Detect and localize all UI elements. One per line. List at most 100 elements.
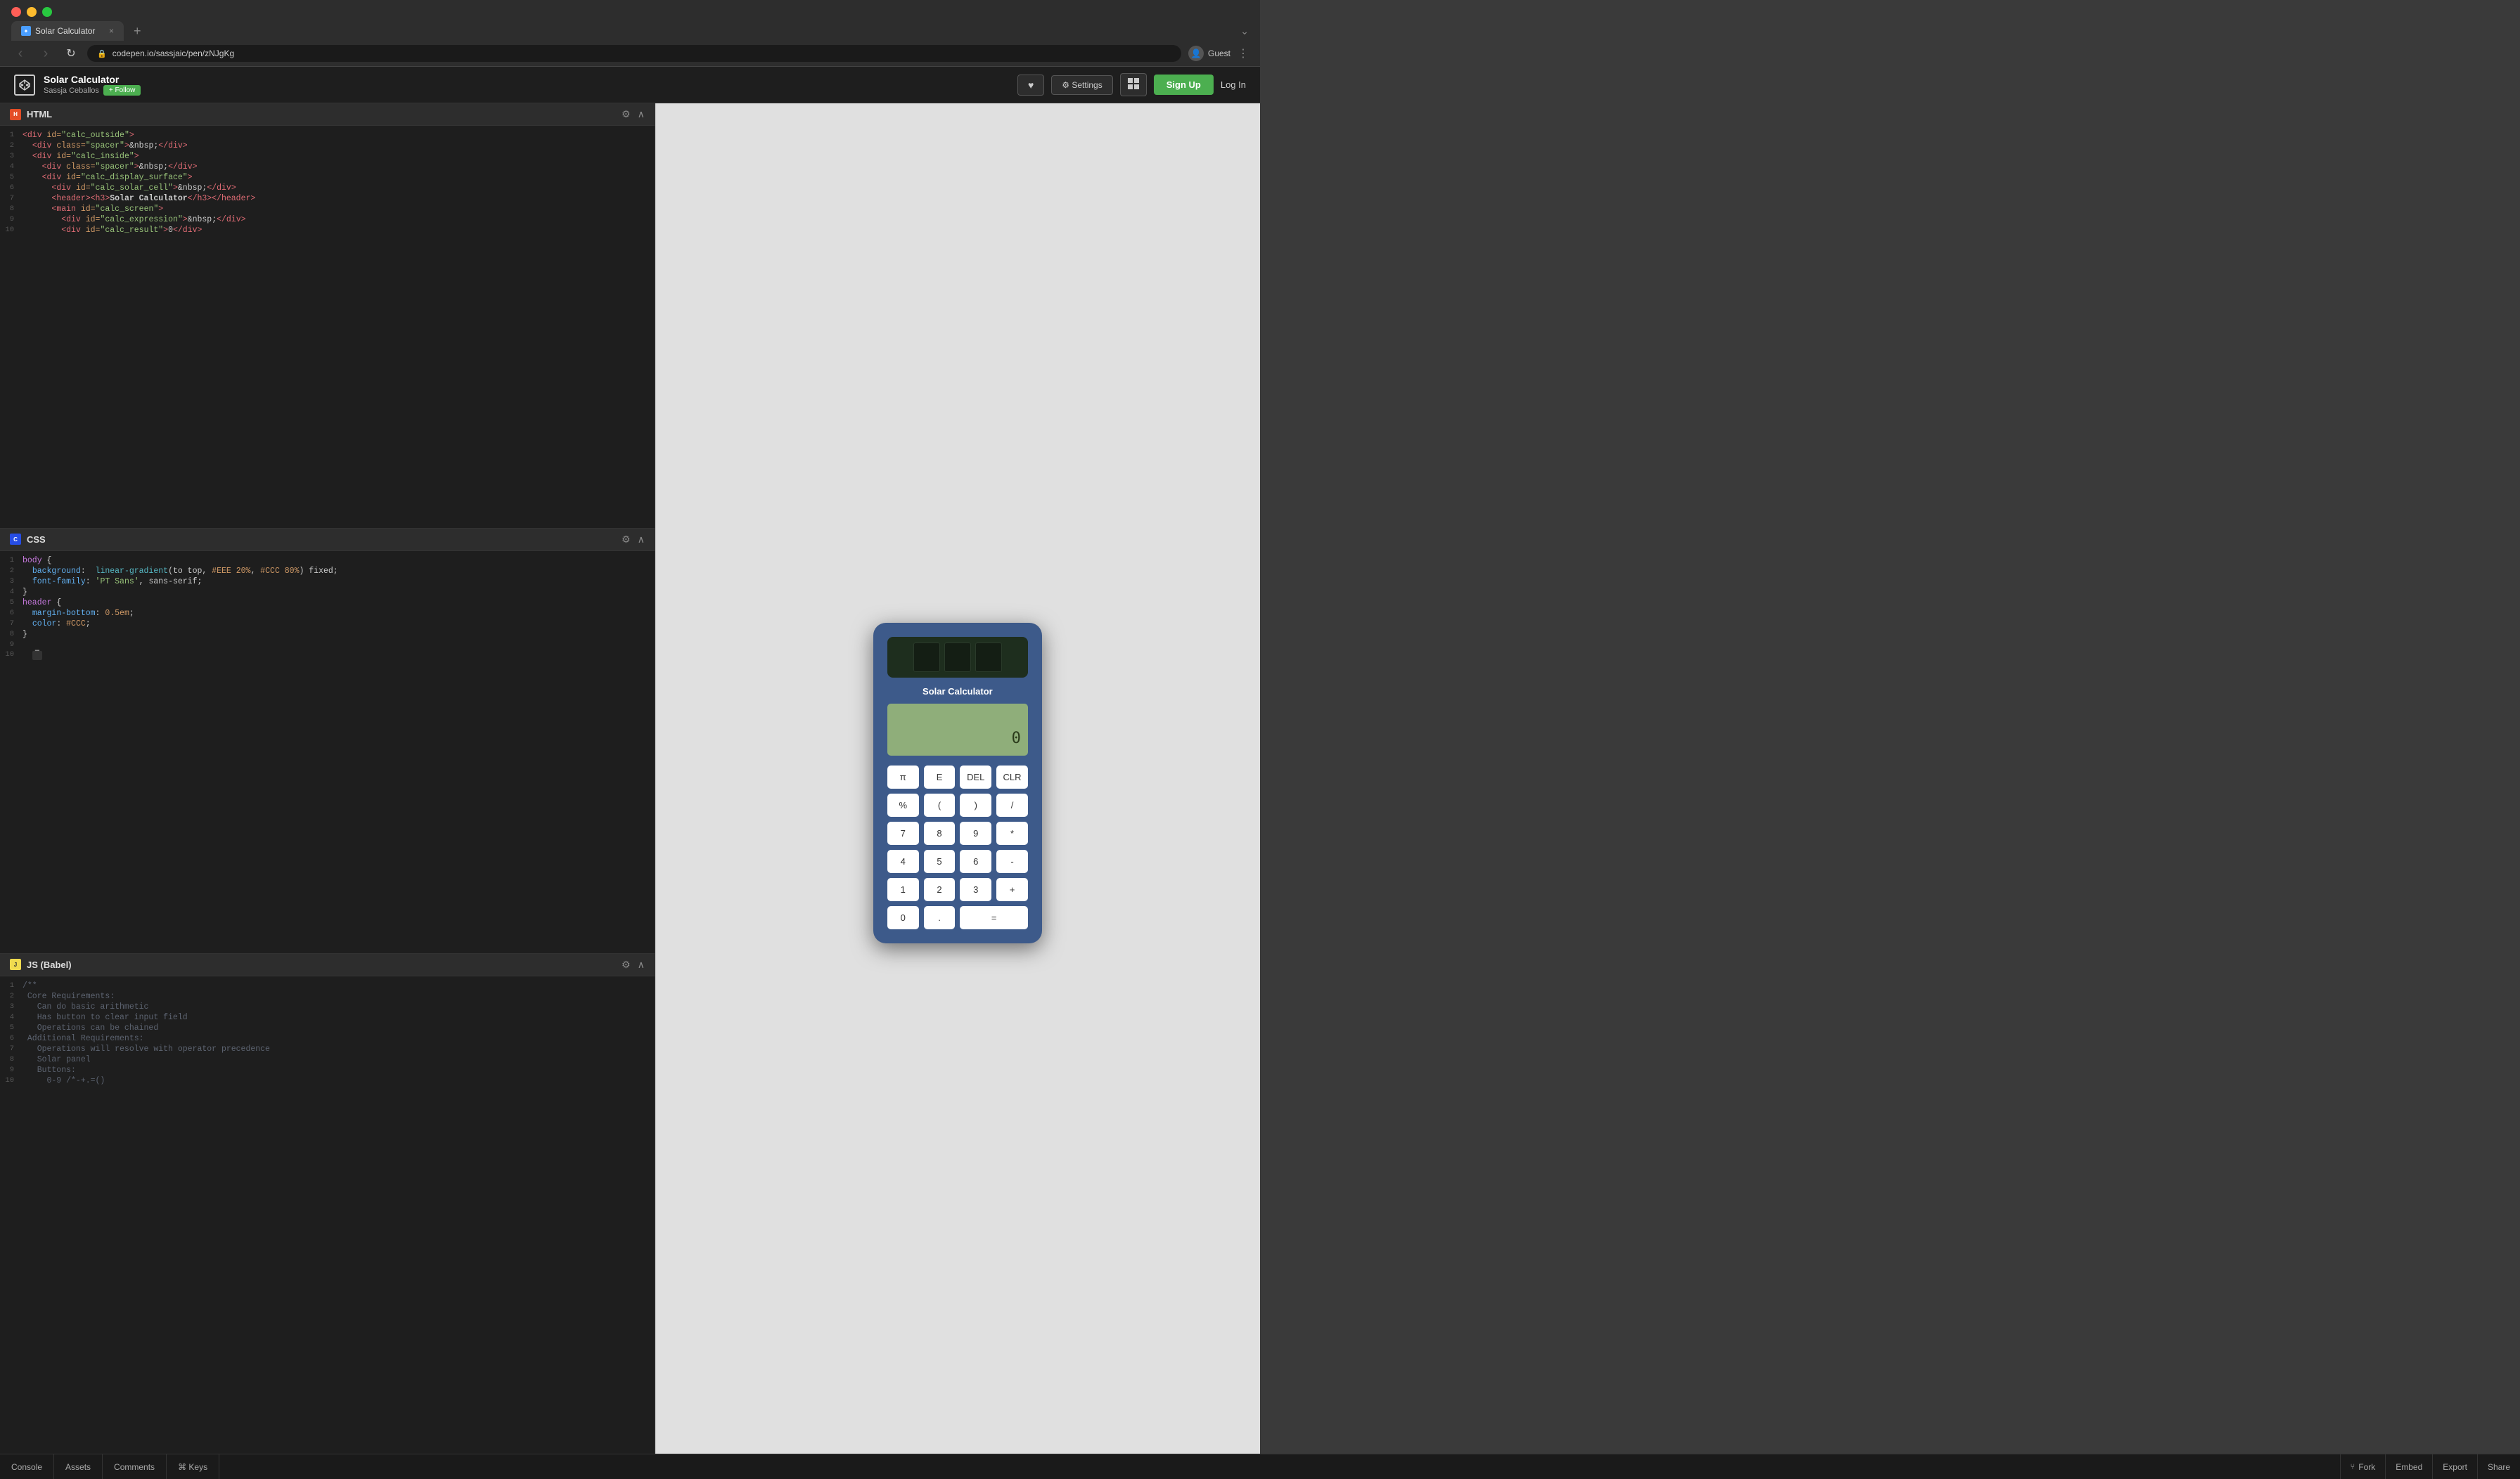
solar-panel (887, 637, 1028, 678)
calculator-buttons: π E DEL CLR % ( ) / 7 8 9 * 4 5 (887, 766, 1028, 929)
calc-button-9[interactable]: 9 (960, 822, 991, 845)
calc-button-del[interactable]: DEL (960, 766, 991, 789)
forward-button[interactable]: › (37, 46, 55, 62)
calculator-screen: 0 (887, 704, 1028, 756)
code-line: 4 Has button to clear input field (0, 1012, 655, 1023)
html-editor-body[interactable]: 1 <div id="calc_outside"> 2 <div class="… (0, 126, 655, 528)
address-bar: ‹ › ↻ 🔒 codepen.io/sassjaic/pen/zNJgKg 👤… (0, 41, 1260, 67)
back-button[interactable]: ‹ (11, 46, 30, 62)
code-line: 8 } (0, 629, 655, 640)
calc-button-3[interactable]: 3 (960, 878, 991, 901)
browser-window: ✦ Solar Calculator × + ⌄ ‹ › ↻ 🔒 codepen… (0, 0, 1260, 1479)
calc-button-minus[interactable]: - (996, 850, 1028, 873)
calc-button-5[interactable]: 5 (924, 850, 956, 873)
code-line: 4 <div class="spacer">&nbsp;</div> (0, 162, 655, 172)
calc-button-1[interactable]: 1 (887, 878, 919, 901)
follow-button[interactable]: + Follow (103, 85, 141, 96)
grid-button[interactable] (1120, 73, 1147, 96)
embed-button[interactable]: Embed (2385, 1454, 2432, 1479)
code-line: 1 body { (0, 555, 655, 566)
js-gear-icon[interactable]: ⚙ (622, 959, 631, 971)
code-line: 5 Operations can be chained (0, 1023, 655, 1033)
code-line: 2 <div class="spacer">&nbsp;</div> (0, 141, 655, 151)
export-button[interactable]: Export (2432, 1454, 2477, 1479)
code-line: 7 <header><h3>Solar Calculator</h3></hea… (0, 193, 655, 204)
code-line: 1 /** (0, 981, 655, 991)
code-line: 10 0-9 /*-+.=() (0, 1076, 655, 1086)
bottom-tab-keys[interactable]: ⌘ Keys (167, 1454, 219, 1479)
css-editor-body[interactable]: 1 body { 2 background: linear-gradient(t… (0, 551, 655, 953)
calc-button-multiply[interactable]: * (996, 822, 1028, 845)
heart-button[interactable]: ♥ (1017, 75, 1044, 96)
code-line: 9 <div id="calc_expression">&nbsp;</div> (0, 214, 655, 225)
editors-column: H HTML ⚙ ∧ 1 <div id="calc_outside"> (0, 103, 655, 1463)
code-line: 7 color: #CCC; (0, 619, 655, 629)
user-menu[interactable]: 👤 Guest (1188, 46, 1230, 61)
code-line: 5 <div id="calc_display_surface"> (0, 172, 655, 183)
html-editor-panel: H HTML ⚙ ∧ 1 <div id="calc_outside"> (0, 103, 655, 529)
code-line: 9 Buttons: (0, 1065, 655, 1076)
header-actions: ♥ ⚙ Settings Sign Up Log In (1017, 73, 1246, 96)
reload-button[interactable]: ↻ (62, 46, 80, 60)
bottom-bar: Console Assets Comments ⌘ Keys ⑂ Fork Em… (0, 1454, 2520, 1479)
html-collapse-icon[interactable]: ∧ (638, 108, 645, 120)
calc-button-2[interactable]: 2 (924, 878, 956, 901)
code-line: 6 <div id="calc_solar_cell">&nbsp;</div> (0, 183, 655, 193)
codepen-header: Solar Calculator Sassja Ceballos + Follo… (0, 67, 1260, 103)
html-gear-icon[interactable]: ⚙ (622, 108, 631, 120)
browser-more-icon[interactable]: ⋮ (1238, 46, 1249, 60)
tab-close-icon[interactable]: × (109, 26, 114, 36)
calc-button-lparen[interactable]: ( (924, 794, 956, 817)
url-field[interactable]: 🔒 codepen.io/sassjaic/pen/zNJgKg (87, 45, 1181, 62)
code-line: 4 } (0, 587, 655, 598)
code-line: 7 Operations will resolve with operator … (0, 1044, 655, 1054)
calc-button-0[interactable]: 0 (887, 906, 919, 929)
calc-button-8[interactable]: 8 (924, 822, 956, 845)
new-tab-button[interactable]: + (128, 24, 147, 39)
calc-button-dot[interactable]: . (924, 906, 956, 929)
css-header-actions: ⚙ ∧ (622, 534, 645, 545)
solar-cell-2 (944, 642, 971, 672)
calc-button-plus[interactable]: + (996, 878, 1028, 901)
css-editor-panel: C CSS ⚙ ∧ 1 body { 2 (0, 529, 655, 954)
solar-cell-1 (913, 642, 940, 672)
bottom-right-actions: ⑂ Fork Embed Export Share (2340, 1454, 2520, 1479)
js-collapse-icon[interactable]: ∧ (638, 959, 645, 971)
fork-button[interactable]: ⑂ Fork (2340, 1454, 2386, 1479)
settings-button[interactable]: ⚙ Settings (1051, 75, 1112, 95)
code-line: 8 <main id="calc_screen"> (0, 204, 655, 214)
share-button[interactable]: Share (2477, 1454, 2520, 1479)
url-text: codepen.io/sassjaic/pen/zNJgKg (112, 49, 234, 58)
calc-button-percent[interactable]: % (887, 794, 919, 817)
js-editor-body[interactable]: 1 /** 2 Core Requirements: 3 Can do basi… (0, 976, 655, 1464)
css-gear-icon[interactable]: ⚙ (622, 534, 631, 545)
tab-bar: ✦ Solar Calculator × + ⌄ (0, 21, 1260, 41)
signup-button[interactable]: Sign Up (1154, 75, 1214, 95)
css-collapse-icon[interactable]: ∧ (638, 534, 645, 545)
fork-label: Fork (2358, 1462, 2375, 1472)
tab-title: Solar Calculator (35, 26, 95, 36)
login-button[interactable]: Log In (1221, 79, 1246, 90)
calc-button-7[interactable]: 7 (887, 822, 919, 845)
calc-button-divide[interactable]: / (996, 794, 1028, 817)
calculator-display: 0 (1012, 730, 1021, 747)
close-button[interactable] (11, 7, 21, 17)
calc-button-equals[interactable]: = (960, 906, 1028, 929)
bottom-tab-console[interactable]: Console (0, 1454, 54, 1479)
calc-button-4[interactable]: 4 (887, 850, 919, 873)
browser-tab[interactable]: ✦ Solar Calculator × (11, 21, 124, 41)
bottom-tab-assets[interactable]: Assets (54, 1454, 103, 1479)
calc-button-rparen[interactable]: ) (960, 794, 991, 817)
maximize-button[interactable] (42, 7, 52, 17)
css-editor-header: C CSS ⚙ ∧ (0, 529, 655, 551)
solar-cell-3 (975, 642, 1002, 672)
bottom-tab-comments[interactable]: Comments (103, 1454, 167, 1479)
codepen-logo[interactable] (14, 75, 35, 96)
calc-button-clr[interactable]: CLR (996, 766, 1028, 789)
window-chevron-icon[interactable]: ⌄ (1240, 25, 1249, 37)
minimize-button[interactable] (27, 7, 37, 17)
calc-button-pi[interactable]: π (887, 766, 919, 789)
html-lang-label: H HTML (10, 109, 52, 120)
calc-button-6[interactable]: 6 (960, 850, 991, 873)
calc-button-e[interactable]: E (924, 766, 956, 789)
